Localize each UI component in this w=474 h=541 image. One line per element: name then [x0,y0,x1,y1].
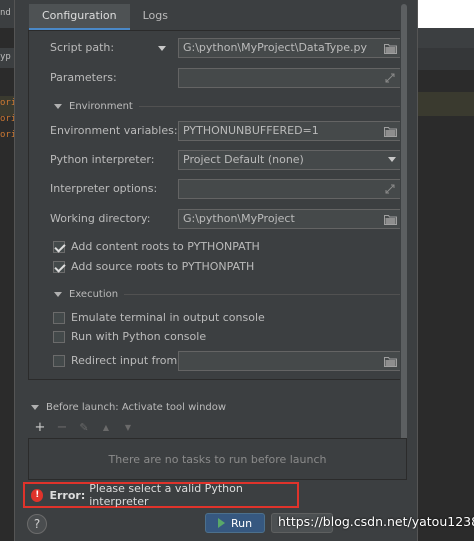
python-console-checkbox[interactable]: Run with Python console [53,330,206,343]
collapse-icon [31,405,39,410]
tab-configuration[interactable]: Configuration [29,4,130,30]
add-source-roots-checkbox[interactable]: Add source roots to PYTHONPATH [53,260,254,273]
before-launch-section[interactable]: Before launch: Activate tool window [31,402,226,413]
script-path-value: G:\python\MyProject\DataType.py [183,41,367,54]
tab-logs[interactable]: Logs [130,4,181,30]
env-vars-value: PYTHONUNBUFFERED=1 [183,124,319,137]
before-launch-title: Before launch: Activate tool window [46,402,227,413]
background-editor-left: nd yp ori ori ori [0,0,14,541]
run-button-label: Run [230,516,253,530]
redirect-input-field[interactable] [178,351,401,371]
error-banner: ! Error: Please select a valid Python in… [23,482,299,508]
move-down-icon[interactable]: ▼ [121,421,135,435]
script-type-dropdown-icon[interactable] [158,46,166,51]
tab-bar: Configuration Logs [29,4,181,30]
background-editor-right [418,0,474,541]
configuration-panel: Script path: G:\python\MyProject\DataTyp… [28,30,407,380]
folder-icon[interactable] [383,41,397,55]
checkbox-checked-icon [53,260,65,273]
bg-fragment: yp [0,52,11,62]
chevron-down-icon [388,157,396,162]
redirect-input-checkbox[interactable]: Redirect input from: [53,354,181,367]
watermark: https://blog.csdn.net/yatou123858 [278,514,474,529]
before-launch-toolbar: + − ✎ ▲ ▼ [33,420,135,436]
environment-section-title: Environment [69,101,133,112]
bg-fragment: ori [0,130,14,140]
move-up-icon[interactable]: ▲ [99,421,113,435]
parameters-label: Parameters: [50,71,117,84]
folder-icon[interactable] [383,212,397,226]
interpreter-select[interactable]: Project Default (none) [178,150,401,170]
bg-fragment: ori [0,114,14,124]
error-prefix: Error: [49,488,86,502]
emulate-terminal-label: Emulate terminal in output console [71,311,265,324]
bg-fragment: ori [0,98,14,108]
error-message: Please select a valid Python interpreter [89,482,243,508]
folder-icon[interactable] [383,354,397,368]
interpreter-value: Project Default (none) [183,153,304,166]
working-dir-field[interactable]: G:\python\MyProject [178,209,401,229]
add-source-roots-label: Add source roots to PYTHONPATH [71,260,255,273]
add-content-roots-label: Add content roots to PYTHONPATH [71,240,260,253]
environment-section[interactable]: Environment [54,101,404,112]
env-vars-label: Environment variables: [50,124,178,137]
help-button[interactable]: ? [27,514,47,534]
emulate-terminal-checkbox[interactable]: Emulate terminal in output console [53,311,265,324]
add-content-roots-checkbox[interactable]: Add content roots to PYTHONPATH [53,240,260,253]
checkbox-unchecked-icon [53,354,65,367]
bg-fragment: nd [0,8,11,18]
redirect-input-label: Redirect input from: [71,354,181,367]
expand-icon[interactable] [383,71,397,85]
execution-section[interactable]: Execution [54,289,405,300]
python-console-label: Run with Python console [71,330,207,343]
working-dir-label: Working directory: [50,212,151,225]
edit-icon[interactable]: ✎ [77,421,91,435]
collapse-icon [54,292,62,297]
play-icon [217,518,225,528]
checkbox-checked-icon [53,240,65,253]
execution-section-title: Execution [69,289,119,300]
expand-icon[interactable] [383,182,397,196]
add-icon[interactable]: + [33,421,47,435]
script-path-label: Script path: [50,41,115,54]
interpreter-label: Python interpreter: [50,153,155,166]
interpreter-options-label: Interpreter options: [50,182,158,195]
remove-icon[interactable]: − [55,421,69,435]
checkbox-unchecked-icon [53,311,65,324]
empty-tasks-text: There are no tasks to run before launch [108,453,327,466]
interpreter-options-field[interactable] [178,179,401,199]
error-icon: ! [31,488,44,502]
checkbox-unchecked-icon [53,330,65,343]
folder-icon[interactable] [383,124,397,138]
script-path-field[interactable]: G:\python\MyProject\DataType.py [178,38,401,58]
before-launch-task-list: There are no tasks to run before launch [28,438,407,480]
vertical-scrollbar[interactable] [400,4,408,444]
parameters-field[interactable] [178,68,401,88]
scrollbar-thumb[interactable] [401,4,407,444]
env-vars-field[interactable]: PYTHONUNBUFFERED=1 [178,121,401,141]
run-button[interactable]: Run [205,513,265,533]
working-dir-value: G:\python\MyProject [183,212,295,225]
run-configuration-dialog: Configuration Logs Script path: G:\pytho… [14,0,418,541]
collapse-icon [54,104,62,109]
